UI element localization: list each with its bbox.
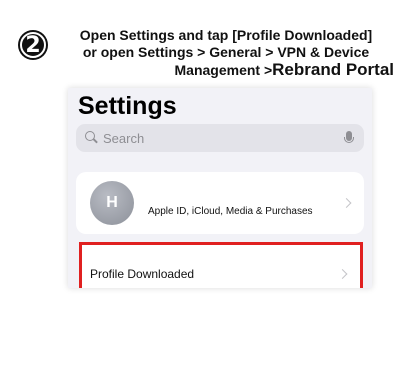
avatar: H <box>90 181 134 225</box>
search-placeholder: Search <box>103 130 145 146</box>
avatar-initials: H <box>106 194 118 211</box>
step-number: 2 <box>25 32 41 58</box>
chevron-right-icon <box>337 268 348 279</box>
microphone-icon[interactable] <box>344 131 354 143</box>
instruction-caption: Open Settings and tap [Profile Downloade… <box>56 27 396 79</box>
profile-downloaded-label: Profile Downloaded <box>90 266 195 281</box>
apple-id-label: Apple ID, iCloud, Media & Purchases <box>148 205 313 217</box>
page-title: Settings <box>78 92 177 120</box>
profile-downloaded-row[interactable]: Profile Downloaded <box>79 242 363 288</box>
caption-line-3-prefix: Management > <box>174 62 273 78</box>
step-number-badge: 2 <box>18 30 48 60</box>
caption-line-1: Open Settings and tap [Profile Downloade… <box>79 27 373 43</box>
search-icon <box>85 131 99 145</box>
caption-line-3: Management >Rebrand Portal <box>56 61 396 79</box>
settings-screenshot: Settings Search H Apple ID, iCloud, Medi… <box>68 88 372 288</box>
apple-id-row[interactable]: H Apple ID, iCloud, Media & Purchases <box>76 172 364 234</box>
caption-brand-name: Rebrand Portal <box>272 60 394 79</box>
search-bar[interactable]: Search <box>76 124 364 152</box>
chevron-right-icon <box>341 198 352 208</box>
caption-line-2: or open Settings > General > VPN & Devic… <box>82 44 370 60</box>
